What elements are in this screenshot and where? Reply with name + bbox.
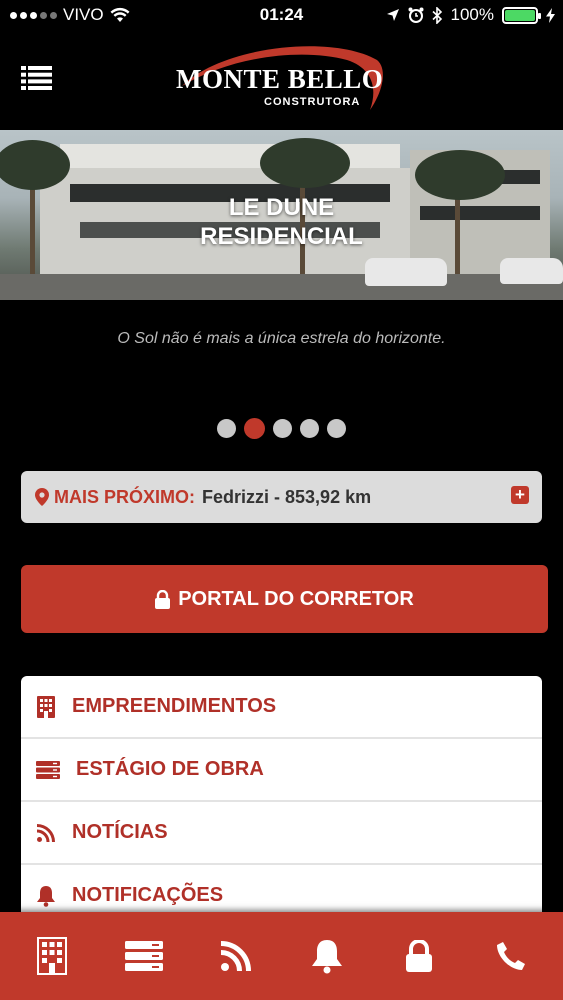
location-arrow-icon bbox=[386, 9, 399, 21]
menu-item-empreendimentos[interactable]: EMPREENDIMENTOS bbox=[21, 676, 542, 739]
server-stack-icon bbox=[36, 759, 60, 781]
carousel-dot[interactable] bbox=[273, 419, 292, 438]
tab-contato[interactable] bbox=[488, 933, 534, 979]
menu-item-estagio-de-obra[interactable]: ESTÁGIO DE OBRA bbox=[21, 739, 542, 802]
lock-icon bbox=[155, 589, 171, 609]
hero-title-line1: LE DUNE bbox=[228, 194, 335, 221]
battery-icon bbox=[502, 6, 541, 24]
map-marker-icon bbox=[35, 488, 49, 506]
plus-square-icon[interactable]: + bbox=[511, 486, 529, 504]
tab-empreendimentos[interactable] bbox=[29, 933, 75, 979]
lock-icon bbox=[406, 940, 433, 972]
bluetooth-icon bbox=[431, 6, 442, 24]
list-menu-icon bbox=[21, 66, 52, 90]
logo-subtext: CONSTRUTORA bbox=[264, 96, 361, 108]
menu-button[interactable] bbox=[21, 66, 52, 90]
bell-icon bbox=[312, 940, 343, 974]
menu-item-label: ESTÁGIO DE OBRA bbox=[76, 758, 264, 780]
bell-icon bbox=[36, 885, 56, 907]
hero-tagline: O Sol não é mais a única estrela do hori… bbox=[117, 330, 446, 347]
battery-percent: 100% bbox=[450, 5, 494, 24]
menu-item-label: NOTÍCIAS bbox=[72, 821, 168, 843]
app-header: MONTE BELLO CONSTRUTORA bbox=[0, 32, 563, 130]
tab-estagio-de-obra[interactable] bbox=[121, 933, 167, 979]
charging-icon bbox=[546, 7, 555, 23]
tab-noticias[interactable] bbox=[213, 933, 259, 979]
building-icon bbox=[36, 695, 56, 718]
alarm-icon bbox=[408, 7, 424, 23]
bottom-tab-bar bbox=[0, 912, 563, 1000]
server-stack-icon bbox=[124, 941, 163, 971]
status-bar: VIVO 01:24 100% bbox=[0, 0, 563, 32]
portal-corretor-button[interactable]: PORTAL DO CORRETOR bbox=[21, 565, 548, 633]
nearest-label: MAIS PRÓXIMO: bbox=[54, 486, 196, 507]
main-menu-list: EMPREENDIMENTOS ESTÁGIO DE OBRA NOTÍCIAS… bbox=[21, 676, 542, 928]
menu-item-noticias[interactable]: NOTÍCIAS bbox=[21, 802, 542, 865]
phone-icon bbox=[497, 942, 526, 970]
logo-text: MONTE BELLO bbox=[176, 64, 384, 94]
menu-item-label: EMPREENDIMENTOS bbox=[72, 695, 277, 717]
carousel-dot[interactable] bbox=[327, 419, 346, 438]
carousel-dot[interactable] bbox=[217, 419, 236, 438]
rss-icon bbox=[36, 822, 56, 844]
carousel-dot-active[interactable] bbox=[244, 418, 265, 439]
tab-portal[interactable] bbox=[396, 933, 442, 979]
carousel-pagination bbox=[0, 418, 563, 439]
monte-bello-logo: MONTE BELLO CONSTRUTORA bbox=[172, 40, 390, 114]
hero-title-line2: RESIDENCIAL bbox=[200, 223, 363, 250]
carousel-dot[interactable] bbox=[300, 419, 319, 438]
menu-item-label: NOTIFICAÇÕES bbox=[72, 884, 224, 906]
hero-title: LE DUNE RESIDENCIAL bbox=[0, 193, 563, 251]
building-icon bbox=[36, 937, 67, 975]
rss-icon bbox=[220, 941, 251, 971]
portal-button-label: PORTAL DO CORRETOR bbox=[178, 587, 414, 610]
hero-carousel[interactable]: LE DUNE RESIDENCIAL bbox=[0, 130, 563, 300]
nearest-value: Fedrizzi - 853,92 km bbox=[202, 486, 372, 507]
tab-notificacoes[interactable] bbox=[304, 933, 350, 979]
nearest-location-bar[interactable]: MAIS PRÓXIMO: Fedrizzi - 853,92 km + bbox=[21, 471, 542, 523]
status-icons: 100% bbox=[386, 5, 555, 25]
